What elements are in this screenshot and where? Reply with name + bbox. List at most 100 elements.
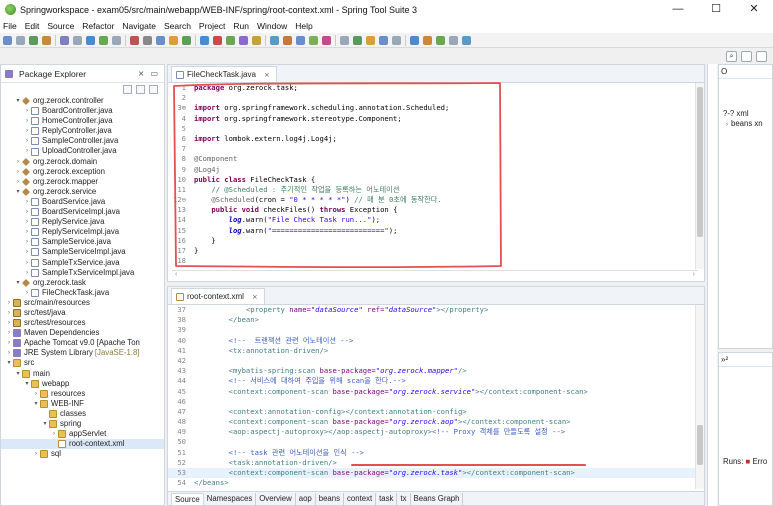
expanded-chevron-icon[interactable]: ▾ <box>14 187 22 197</box>
editor-page-tab-namespaces[interactable]: Namespaces <box>204 492 257 505</box>
code-line[interactable]: 18 <box>168 256 704 266</box>
collapsed-chevron-icon[interactable]: › <box>5 348 13 358</box>
horizontal-scrollbar[interactable]: ‹ › <box>172 270 698 279</box>
view-menu-icon[interactable] <box>149 85 158 94</box>
toolbar-button-icon[interactable] <box>270 35 279 45</box>
maximize-button[interactable]: ☐ <box>697 0 735 19</box>
code-line[interactable]: 4 import org.springframework.stereotype.C… <box>168 114 704 124</box>
code-line[interactable]: 44 <!-- 서비스에 대하여 주입을 위해 scan을 한다.--> <box>168 376 704 386</box>
collapsed-chevron-icon[interactable]: › <box>5 298 13 308</box>
code-line[interactable]: 11 // @Scheduled : 주기적인 작업을 등록하는 어노테이션 <box>168 185 704 195</box>
tree-item[interactable]: › SampleTxServiceImpl.java <box>1 268 164 278</box>
toolbar-button-icon[interactable] <box>213 35 222 45</box>
toolbar-button-icon[interactable] <box>99 35 108 45</box>
toolbar-button-icon[interactable] <box>226 35 235 45</box>
menu-run[interactable]: Run <box>233 21 249 31</box>
code-line[interactable]: 15 log.warn("=========================="… <box>168 226 704 236</box>
java-code-area[interactable]: 1 package org.zerock.task; 2 3⊕ import org.s… <box>168 83 704 266</box>
collapse-all-icon[interactable] <box>123 85 132 94</box>
scroll-left-icon[interactable]: ‹ <box>175 271 177 279</box>
toolbar-button-icon[interactable] <box>182 35 191 45</box>
tree-item[interactable]: › Maven Dependencies <box>1 328 164 338</box>
toolbar-button-icon[interactable] <box>410 35 419 45</box>
collapsed-chevron-icon[interactable]: › <box>5 308 13 318</box>
editor-page-tab-task[interactable]: task <box>376 492 398 505</box>
outline-title[interactable]: O <box>721 67 727 76</box>
toolbar-button-icon[interactable] <box>156 35 165 45</box>
collapsed-chevron-icon[interactable]: › <box>32 389 40 399</box>
editor-page-tab-context[interactable]: context <box>344 492 377 505</box>
collapsed-chevron-icon[interactable]: › <box>5 318 13 328</box>
code-line[interactable]: 48 <context:component-scan base-package=… <box>168 417 704 427</box>
tree-item[interactable]: root-context.xml <box>1 439 164 450</box>
perspective-spring-icon[interactable] <box>756 50 767 62</box>
minimize-view-icon[interactable]: ▭ <box>150 69 158 78</box>
expanded-chevron-icon[interactable]: ▾ <box>14 96 22 106</box>
toolbar-button-icon[interactable] <box>29 35 38 45</box>
link-editor-icon[interactable] <box>136 85 145 94</box>
vertical-scrollbar[interactable] <box>695 83 704 269</box>
toolbar-button-icon[interactable] <box>366 35 375 45</box>
scroll-thumb[interactable] <box>697 425 703 465</box>
editor-page-tab-beans[interactable]: beans <box>316 492 344 505</box>
tree-item[interactable]: › SampleController.java <box>1 136 164 146</box>
tab-root-context[interactable]: root-context.xml ⨯ <box>171 288 265 304</box>
code-line[interactable]: 3⊕ import org.springframework.scheduling.… <box>168 103 704 113</box>
vertical-scrollbar[interactable] <box>695 305 704 489</box>
perspective-java-icon[interactable] <box>741 50 752 62</box>
toolbar-button-icon[interactable] <box>3 35 12 45</box>
menu-help[interactable]: Help <box>295 21 312 31</box>
toolbar-button-icon[interactable] <box>340 35 349 45</box>
expanded-chevron-icon[interactable]: ▾ <box>5 358 13 368</box>
code-line[interactable]: 14 log.warn("File Check Task run..."); <box>168 215 704 225</box>
tree-item[interactable]: ▾ org.zerock.controller <box>1 96 164 106</box>
tree-item[interactable]: › ReplyService.java <box>1 217 164 227</box>
toolbar-button-icon[interactable] <box>16 35 25 45</box>
code-line[interactable]: 13 public void checkFiles() throws Excep… <box>168 205 704 215</box>
close-button[interactable]: ✕ <box>735 0 773 19</box>
editor-page-tab-tx[interactable]: tx <box>397 492 411 505</box>
tree-item[interactable]: ▾ org.zerock.service <box>1 187 164 197</box>
toolbar-button-icon[interactable] <box>169 35 178 45</box>
collapsed-chevron-icon[interactable]: › <box>23 237 31 247</box>
tree-item[interactable]: › src/test/resources <box>1 318 164 328</box>
menu-search[interactable]: Search <box>164 21 191 31</box>
tree-item[interactable]: › SampleTxService.java <box>1 258 164 268</box>
editor-page-tab-beans-graph[interactable]: Beans Graph <box>411 492 464 505</box>
collapsed-chevron-icon[interactable]: › <box>23 247 31 257</box>
close-icon[interactable]: ⨯ <box>252 293 258 301</box>
search-icon[interactable]: ⌕ <box>726 50 737 62</box>
toolbar-button-icon[interactable] <box>423 35 432 45</box>
code-line[interactable]: 17} <box>168 246 704 256</box>
tree-item[interactable]: › UploadController.java <box>1 146 164 156</box>
code-line[interactable]: 46 <box>168 397 704 407</box>
menu-project[interactable]: Project <box>199 21 225 31</box>
collapsed-chevron-icon[interactable]: › <box>5 338 13 348</box>
code-line[interactable]: 37 <property name="dataSource" ref="data… <box>168 305 704 315</box>
editor-page-tab-aop[interactable]: aop <box>296 492 316 505</box>
tree-item[interactable]: ▾ src <box>1 358 164 368</box>
close-icon[interactable]: ⨯ <box>138 69 145 78</box>
editor-page-tab-overview[interactable]: Overview <box>256 492 296 505</box>
collapsed-chevron-icon[interactable]: › <box>14 167 22 177</box>
tree-item[interactable]: › SampleService.java <box>1 237 164 247</box>
collapsed-chevron-icon[interactable]: › <box>23 106 31 116</box>
toolbar-button-icon[interactable] <box>353 35 362 45</box>
menu-refactor[interactable]: Refactor <box>82 21 114 31</box>
toolbar-button-icon[interactable] <box>86 35 95 45</box>
collapsed-chevron-icon[interactable]: › <box>23 258 31 268</box>
outline-row[interactable]: › beans xn <box>719 119 772 129</box>
code-line[interactable]: 49 <aop:aspectj-autoproxy></aop:aspectj-… <box>168 427 704 437</box>
code-line[interactable]: 45 <context:component-scan base-package=… <box>168 387 704 397</box>
toolbar-button-icon[interactable] <box>42 35 51 45</box>
code-line[interactable]: 51 <!-- task 관련 어노테이션을 인식 --> <box>168 448 704 458</box>
toolbar-button-icon[interactable] <box>436 35 445 45</box>
menu-file[interactable]: File <box>3 21 17 31</box>
minimize-button[interactable]: — <box>659 0 697 19</box>
code-line[interactable]: 53 <context:component-scan base-package=… <box>168 468 704 479</box>
code-line[interactable]: 52 <task:annotation-driven/> <box>168 458 704 468</box>
scroll-right-icon[interactable]: › <box>693 271 695 279</box>
tree-item[interactable]: › BoardServiceImpl.java <box>1 207 164 217</box>
toolbar-button-icon[interactable] <box>296 35 305 45</box>
scroll-thumb[interactable] <box>697 87 703 237</box>
